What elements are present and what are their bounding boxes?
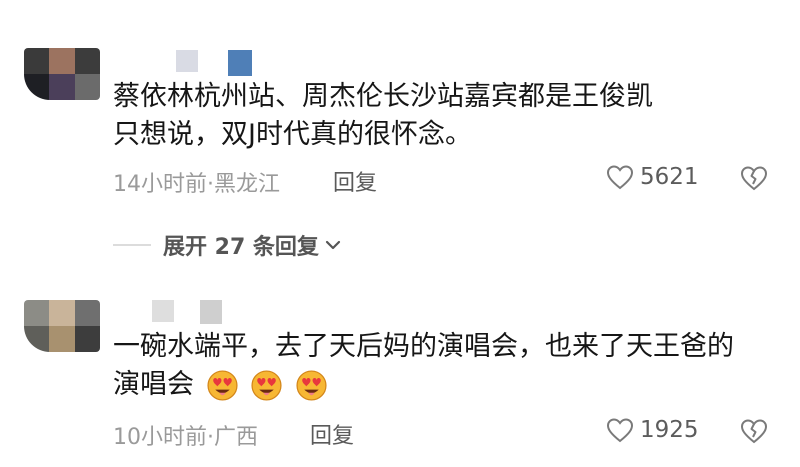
comment-text-line2: 演唱会 <box>113 369 194 400</box>
avatar[interactable] <box>24 300 100 352</box>
username-blurred[interactable] <box>152 300 222 324</box>
like-button[interactable]: 1925 <box>606 417 699 443</box>
reply-button[interactable]: 回复 <box>333 165 377 197</box>
comment-text-line2-wrap: 演唱会 <box>113 366 734 404</box>
heart-eyes-emoji-icon <box>251 370 282 401</box>
expand-replies-label: 展开 27 条回复 <box>163 235 319 260</box>
comment-meta: 14小时前·黑龙江 <box>113 172 280 197</box>
heart-icon <box>606 165 634 190</box>
reply-button[interactable]: 回复 <box>310 418 354 450</box>
heart-icon <box>606 418 634 443</box>
chevron-down-icon <box>325 240 341 250</box>
divider <box>113 244 151 246</box>
dislike-button[interactable] <box>740 165 768 191</box>
expand-replies-button[interactable]: 展开 27 条回复 <box>113 229 343 261</box>
like-count: 5621 <box>640 164 699 190</box>
like-count: 1925 <box>640 417 699 443</box>
comment-text-line2: 只想说，双J时代真的很怀念。 <box>113 119 472 150</box>
heart-eyes-emoji-icon <box>207 370 238 401</box>
comment-meta: 10小时前·广西 <box>113 425 258 450</box>
comment-text-line1: 一碗水端平，去了天后妈的演唱会，也来了天王爸的 <box>113 331 734 362</box>
username-blurred[interactable] <box>176 50 252 76</box>
comment-text: 蔡依林杭州站、周杰伦长沙站嘉宾都是王俊凯 只想说，双J时代真的很怀念。 <box>113 78 653 154</box>
broken-heart-icon <box>740 419 768 444</box>
dislike-button[interactable] <box>740 418 768 444</box>
comment-text: 一碗水端平，去了天后妈的演唱会，也来了天王爸的 演唱会 <box>113 328 734 404</box>
comment-text-line1: 蔡依林杭州站、周杰伦长沙站嘉宾都是王俊凯 <box>113 81 653 112</box>
heart-eyes-emoji-icon <box>296 370 327 401</box>
broken-heart-icon <box>740 166 768 191</box>
like-button[interactable]: 5621 <box>606 164 699 190</box>
avatar[interactable] <box>24 48 100 100</box>
